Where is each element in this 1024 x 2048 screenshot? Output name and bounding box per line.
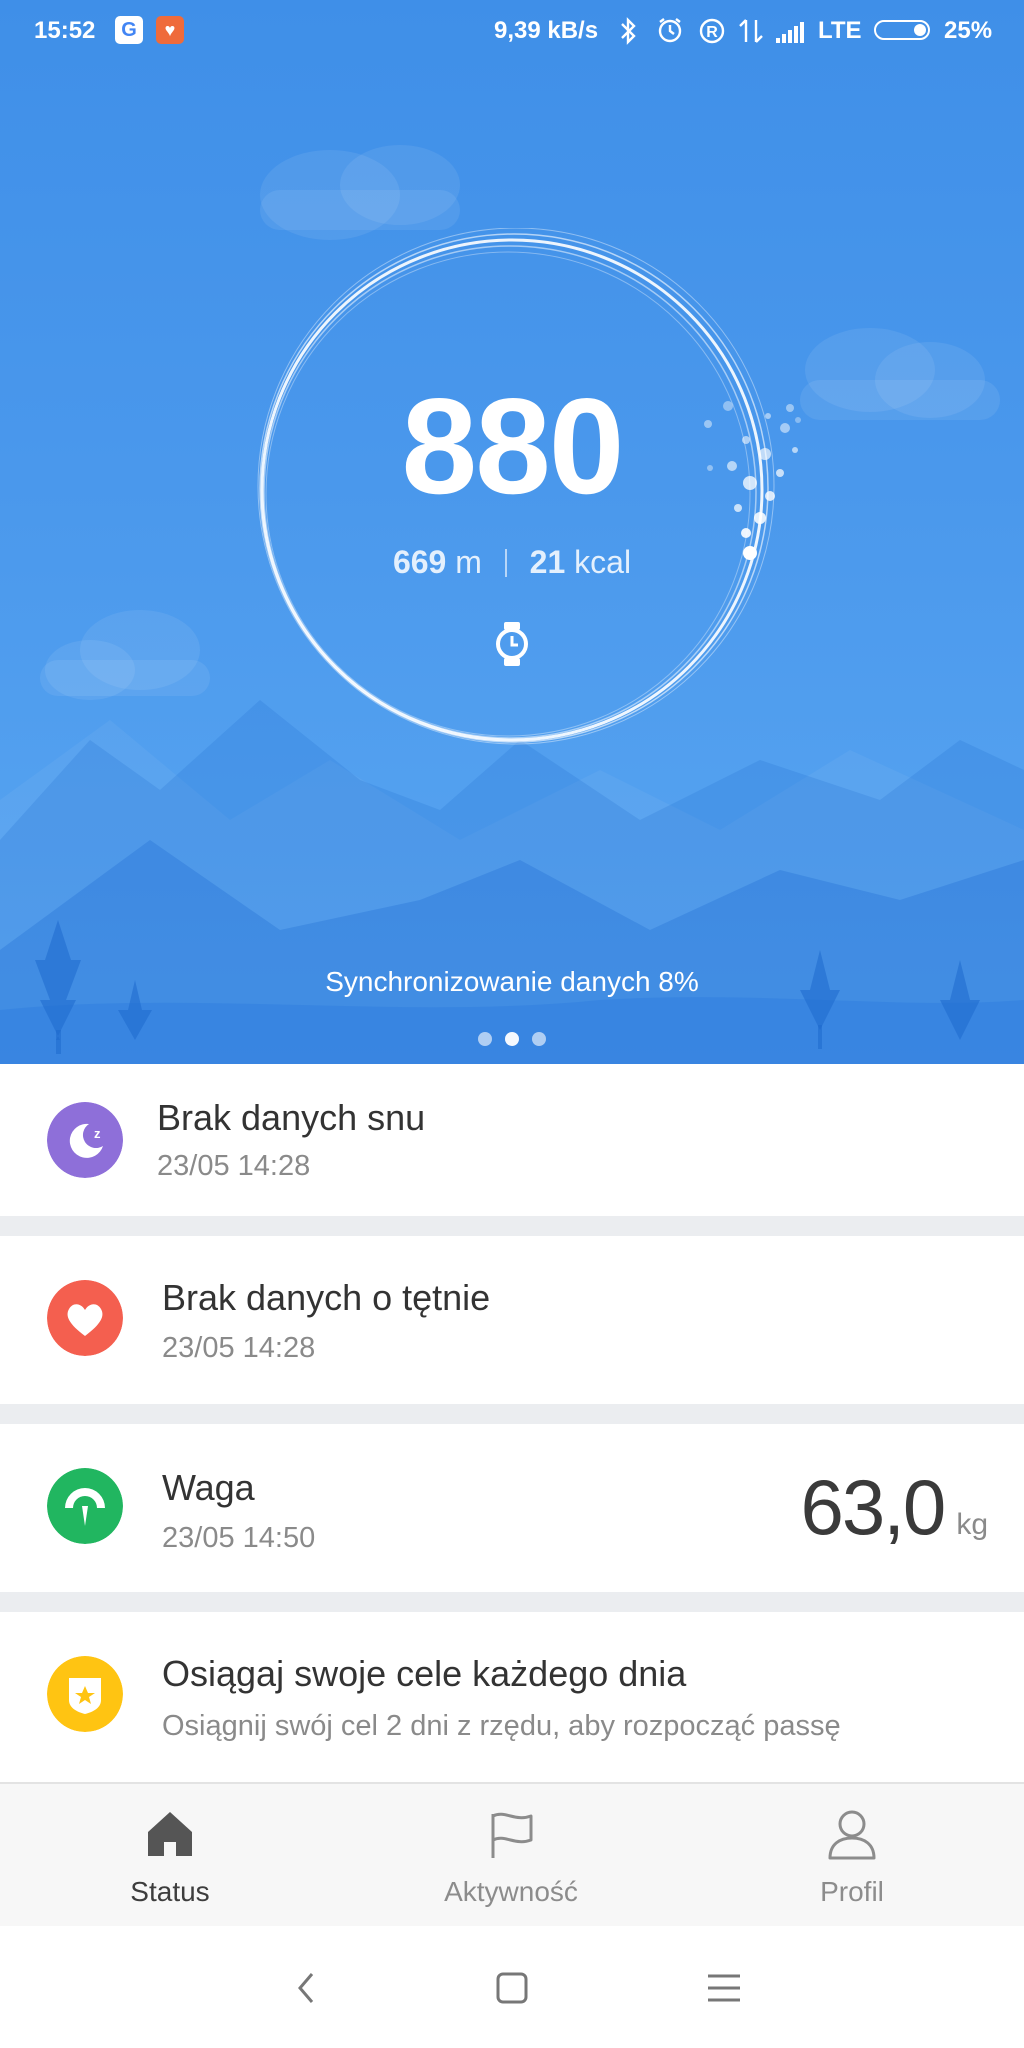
goal-subtitle: Osiągnij swój cel 2 dni z rzędu, aby roz… [162, 1710, 841, 1742]
weight-reading: 63,0 kg [801, 1462, 989, 1552]
svg-text:z: z [94, 1126, 101, 1141]
sleep-title: Brak danych snu [157, 1097, 426, 1138]
back-button[interactable] [276, 1964, 336, 2012]
sync-status: Synchronizowanie danych 8% [325, 966, 699, 997]
tab-status-label: Status [130, 1876, 210, 1907]
scale-icon [47, 1468, 123, 1544]
flag-icon [491, 1812, 533, 1858]
home-icon [148, 1812, 192, 1856]
tab-profile[interactable]: Profil [752, 1784, 952, 1928]
watch-icon [496, 622, 528, 666]
svg-text:R: R [706, 24, 718, 41]
distance-calories: 669 m 21 kcal [312, 542, 712, 582]
calories-unit: kcal [574, 544, 632, 580]
system-navigation-bar [0, 1926, 1024, 2048]
status-time: 15:52 [34, 17, 96, 44]
activity-hero[interactable]: 15:52 G ♥ 9,39 kB/s R LTE 25% 880 669 m … [0, 0, 1024, 1064]
sleep-date: 23/05 14:28 [157, 1150, 311, 1182]
page-dot[interactable] [478, 1032, 492, 1046]
page-indicator[interactable] [472, 1032, 552, 1048]
sleep-card[interactable]: z Brak danych snu 23/05 14:28 [0, 1064, 1024, 1216]
page-dot-active[interactable] [505, 1032, 519, 1046]
goal-card[interactable]: Osiągaj swoje cele każdego dnia Osiągnij… [0, 1612, 1024, 1782]
heart-rate-date: 23/05 14:28 [162, 1332, 316, 1364]
heart-rate-card[interactable]: Brak danych o tętnie 23/05 14:28 [0, 1236, 1024, 1404]
google-app-icon: G [115, 16, 143, 44]
alarm-icon [658, 18, 682, 43]
moon-icon: z [47, 1102, 123, 1178]
roaming-icon: R [699, 18, 725, 44]
status-icons: R [621, 17, 804, 45]
goal-title: Osiągaj swoje cele każdego dnia [162, 1653, 687, 1694]
page-dot[interactable] [532, 1032, 546, 1046]
weight-title: Waga [162, 1467, 255, 1508]
calories-value: 21 [529, 544, 566, 580]
person-icon [828, 1810, 876, 1860]
heart-app-icon: ♥ [156, 16, 184, 44]
distance-value: 669 [392, 544, 447, 580]
data-transfer-icon [739, 19, 763, 43]
network-type: LTE [818, 17, 862, 44]
heart-icon [47, 1280, 123, 1356]
battery-percent: 25% [944, 17, 993, 44]
badge-icon [47, 1656, 123, 1732]
step-count: 880 [401, 370, 625, 522]
tab-activity-label: Aktywność [444, 1876, 578, 1907]
weight-unit: kg [956, 1508, 988, 1541]
home-button[interactable] [482, 1964, 542, 2012]
card-divider [0, 1592, 1024, 1612]
distance-unit: m [455, 544, 482, 580]
tab-profile-label: Profil [820, 1876, 884, 1907]
status-bar: 15:52 G ♥ 9,39 kB/s R LTE 25% [0, 0, 1024, 62]
tab-activity[interactable]: Aktywność [411, 1784, 611, 1928]
divider [504, 549, 507, 577]
battery-icon [874, 20, 930, 40]
bottom-navigation: Status Aktywność Profil [0, 1782, 1024, 1928]
bluetooth-icon [621, 17, 636, 45]
menu-button[interactable] [694, 1964, 754, 2012]
weight-value: 63,0 [800, 1463, 947, 1551]
tab-status[interactable]: Status [70, 1784, 270, 1928]
card-divider [0, 1404, 1024, 1424]
signal-icon [776, 22, 804, 43]
card-divider [0, 1216, 1024, 1236]
network-speed: 9,39 kB/s [494, 17, 599, 44]
heart-rate-title: Brak danych o tętnie [162, 1277, 491, 1318]
weight-date: 23/05 14:50 [162, 1522, 316, 1554]
